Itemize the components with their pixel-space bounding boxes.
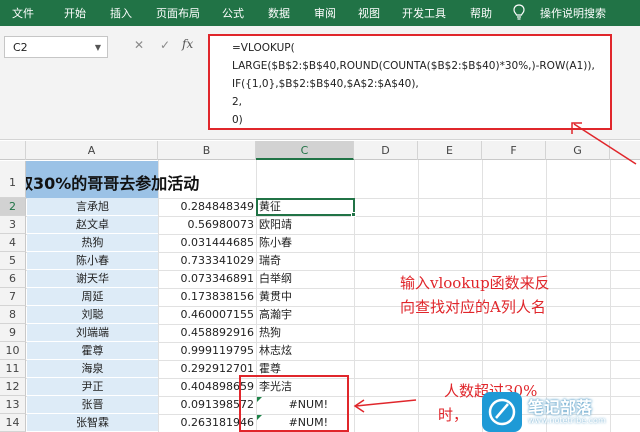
- cell-lookup-result[interactable]: 欧阳靖: [256, 216, 354, 233]
- notebook-icon: [482, 392, 522, 432]
- cell-name[interactable]: 张智霖: [27, 414, 158, 431]
- cell-random-value[interactable]: 0.073346891: [158, 270, 256, 287]
- cell-name[interactable]: 张晋: [27, 396, 158, 413]
- formula-input[interactable]: =VLOOKUP( LARGE($B$2:$B$40,ROUND(COUNTA(…: [208, 34, 612, 130]
- cell-lookup-result[interactable]: 林志炫: [256, 342, 354, 359]
- cell-random-value[interactable]: 0.284848349: [158, 198, 256, 215]
- watermark-url: www.notetribe.com: [528, 416, 606, 425]
- cell-random-value[interactable]: 0.999119795: [158, 342, 256, 359]
- enter-icon[interactable]: ✓: [160, 38, 170, 52]
- cell-name[interactable]: 海泉: [27, 360, 158, 377]
- watermark: 笔记部落 www.notetribe.com: [482, 392, 640, 432]
- formula-line: 0): [232, 114, 243, 126]
- cell-random-value[interactable]: 0.031444685: [158, 234, 256, 251]
- cell-lookup-result[interactable]: 热狗: [256, 324, 354, 341]
- watermark-title: 笔记部落: [528, 398, 593, 417]
- cell-lookup-result[interactable]: 瑞奇: [256, 252, 354, 269]
- name-box[interactable]: C2 ▼: [4, 36, 108, 58]
- name-box-value: C2: [13, 41, 28, 54]
- cell-name[interactable]: 谢天华: [27, 270, 158, 287]
- cell-random-value[interactable]: 0.733341029: [158, 252, 256, 269]
- column-header-b[interactable]: B: [158, 141, 256, 160]
- column-header-row: A B C D E F G: [0, 141, 640, 160]
- cell-random-value[interactable]: 0.460007155: [158, 306, 256, 323]
- tab-view[interactable]: 视图: [358, 5, 380, 21]
- cell-lookup-result[interactable]: 白举纲: [256, 270, 354, 287]
- row-header[interactable]: 13: [0, 396, 26, 414]
- row-header[interactable]: 2: [0, 198, 26, 216]
- formula-line: IF({1,0},$B$2:$B$40,$A$2:$A$40),: [232, 78, 419, 90]
- tab-developer[interactable]: 开发工具: [402, 5, 446, 21]
- vlookup-note-line-2: 向查找对应的A列人名: [400, 298, 546, 316]
- row-header[interactable]: 5: [0, 252, 26, 270]
- cancel-icon[interactable]: ✕: [134, 38, 144, 52]
- row-header[interactable]: 12: [0, 378, 26, 396]
- select-all-corner[interactable]: [0, 141, 26, 160]
- tab-page-layout[interactable]: 页面布局: [156, 5, 200, 21]
- row-header[interactable]: 11: [0, 360, 26, 378]
- chevron-down-icon[interactable]: ▼: [95, 43, 101, 52]
- tab-insert[interactable]: 插入: [110, 5, 132, 21]
- annotation-arrow: [571, 122, 637, 165]
- row-header[interactable]: 9: [0, 324, 26, 342]
- error-note-line-2: 时，: [438, 406, 469, 424]
- row-header[interactable]: 3: [0, 216, 26, 234]
- insert-function-button[interactable]: fx: [182, 37, 193, 51]
- active-cell-c2[interactable]: [256, 198, 355, 216]
- cell-name[interactable]: 陈小春: [27, 252, 158, 269]
- column-header-c[interactable]: C: [256, 141, 354, 160]
- cell-name[interactable]: 周延: [27, 288, 158, 305]
- ribbon-tab-bar: 文件 开始 插入 页面布局 公式 数据 审阅 视图 开发工具 帮助 操作说明搜索: [0, 0, 640, 26]
- cell-name[interactable]: 刘聪: [27, 306, 158, 323]
- error-arrow: [353, 399, 417, 413]
- vlookup-note-line-1: 输入vlookup函数来反: [400, 274, 550, 292]
- lightbulb-icon: [513, 4, 525, 20]
- row-header[interactable]: 7: [0, 288, 26, 306]
- column-header-e[interactable]: E: [418, 141, 482, 160]
- cell-name[interactable]: 赵文卓: [27, 216, 158, 233]
- formula-bar-area: C2 ▼ ✕ ✓ fx =VLOOKUP( LARGE($B$2:$B$40,R…: [0, 26, 640, 140]
- sheet-title: 提取30%的哥哥去参加活动: [1, 174, 200, 193]
- column-header-a[interactable]: A: [26, 141, 158, 160]
- cell-name[interactable]: 尹正: [27, 378, 158, 395]
- error-highlight-box: [239, 375, 349, 432]
- row-header[interactable]: 8: [0, 306, 26, 324]
- tab-file[interactable]: 文件: [12, 5, 34, 21]
- tab-formulas[interactable]: 公式: [222, 5, 244, 21]
- tab-review[interactable]: 审阅: [314, 5, 336, 21]
- cell-name[interactable]: 刘端端: [27, 324, 158, 341]
- row-header[interactable]: 14: [0, 414, 26, 432]
- cell-name[interactable]: 热狗: [27, 234, 158, 251]
- formula-line: LARGE($B$2:$B$40,ROUND(COUNTA($B$2:$B$40…: [232, 60, 595, 72]
- formula-line: 2,: [232, 96, 243, 108]
- cell-random-value[interactable]: 0.56980073: [158, 216, 256, 233]
- row-header[interactable]: 10: [0, 342, 26, 360]
- row-header[interactable]: 4: [0, 234, 26, 252]
- row-header[interactable]: 1: [0, 161, 26, 198]
- tell-me-search[interactable]: 操作说明搜索: [540, 5, 606, 21]
- cell-name[interactable]: 霍尊: [27, 342, 158, 359]
- cell-lookup-result[interactable]: 黄贯中: [256, 288, 354, 305]
- cell-random-value[interactable]: 0.173838156: [158, 288, 256, 305]
- cell-name[interactable]: 言承旭: [27, 198, 158, 215]
- column-header-d[interactable]: D: [354, 141, 418, 160]
- formula-buttons: ✕ ✓ fx: [122, 36, 202, 58]
- row-header[interactable]: 6: [0, 270, 26, 288]
- fill-handle[interactable]: [351, 212, 356, 217]
- column-header-f[interactable]: F: [482, 141, 546, 160]
- tab-help[interactable]: 帮助: [470, 5, 492, 21]
- cell-lookup-result[interactable]: 陈小春: [256, 234, 354, 251]
- tab-home[interactable]: 开始: [64, 5, 86, 21]
- tab-data[interactable]: 数据: [268, 5, 290, 21]
- cell-random-value[interactable]: 0.458892916: [158, 324, 256, 341]
- formula-line: =VLOOKUP(: [232, 42, 295, 54]
- cell-lookup-result[interactable]: 高瀚宇: [256, 306, 354, 323]
